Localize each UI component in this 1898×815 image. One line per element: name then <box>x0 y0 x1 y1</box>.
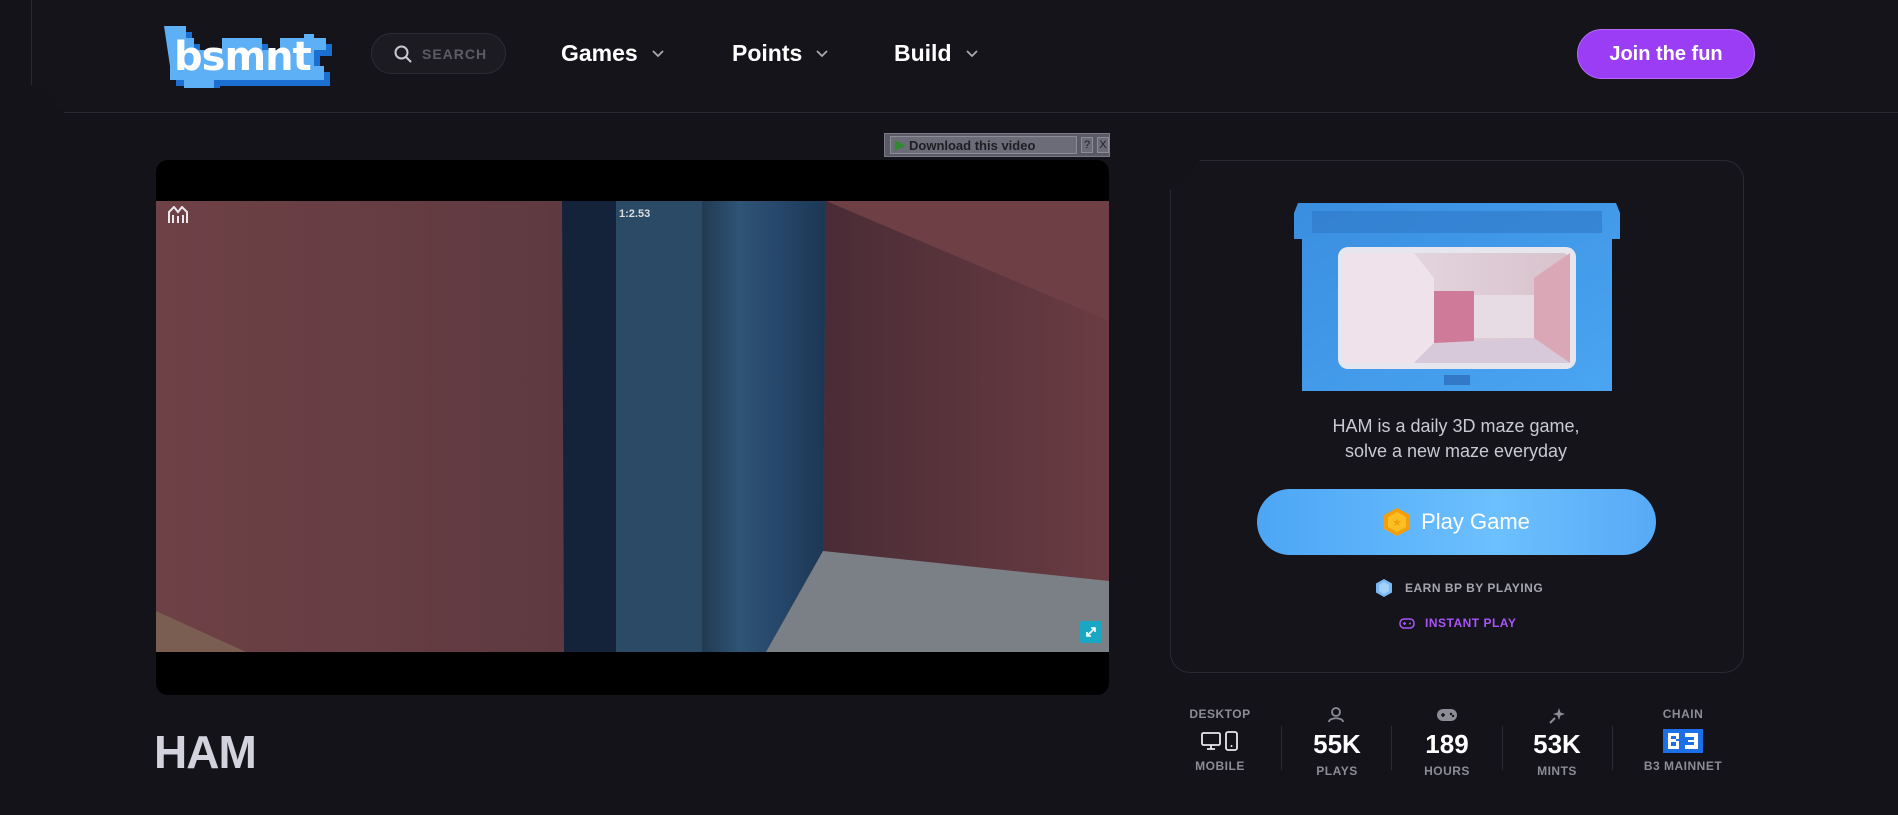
plays-label: PLAYS <box>1316 764 1358 778</box>
search-icon <box>394 45 412 62</box>
chain-top-label: CHAIN <box>1662 707 1704 721</box>
instant-play-note: INSTANT PLAY <box>1399 616 1516 630</box>
svg-text:★: ★ <box>1392 516 1402 529</box>
description-line: solve a new maze everyday <box>1344 441 1568 461</box>
download-video-bar: ▶ Download this video ? X <box>884 133 1110 157</box>
game-timer: 1:2.53 <box>619 208 651 220</box>
stat-divider <box>1281 726 1282 770</box>
help-button[interactable]: ? <box>1081 137 1093 153</box>
sparkle-icon <box>1549 708 1565 724</box>
fullscreen-icon[interactable] <box>1080 621 1102 643</box>
earn-bp-label: EARN BP BY PLAYING <box>1405 581 1544 595</box>
nav-build[interactable]: Build <box>894 40 978 67</box>
bp-hex-icon <box>1376 579 1392 597</box>
join-button[interactable]: Join the fun <box>1577 29 1755 79</box>
mints-value: 53K <box>1533 729 1581 759</box>
desktop-mobile-icon <box>1201 731 1238 751</box>
coin-icon: ★ <box>1384 508 1411 536</box>
chain-bottom-label: B3 MAINNET <box>1643 759 1723 773</box>
game-screenshot <box>156 201 1109 652</box>
gamepad-icon <box>1399 618 1415 629</box>
play-game-button[interactable]: ★ Play Game <box>1257 489 1656 555</box>
game-video-player[interactable]: 1:2.53 <box>156 160 1109 695</box>
close-button[interactable]: X <box>1097 137 1109 153</box>
chevron-down-icon <box>965 49 978 57</box>
play-icon: ▶ <box>895 137 905 152</box>
hours-value: 189 <box>1425 729 1469 759</box>
svg-text:bsmnt: bsmnt <box>174 34 312 80</box>
instant-play-label: INSTANT PLAY <box>1425 616 1517 630</box>
mints-label: MINTS <box>1537 764 1577 778</box>
stat-divider <box>1502 726 1503 770</box>
chevron-down-icon <box>816 49 828 57</box>
stat-plays: 55K PLAYS <box>1305 707 1369 778</box>
page-title: HAM <box>154 726 257 778</box>
hours-label: HOURS <box>1424 764 1470 778</box>
nav-build-label: Build <box>894 40 952 66</box>
chevron-down-icon <box>652 49 664 57</box>
header-border <box>64 112 1898 113</box>
maze-logo-icon <box>168 205 188 229</box>
gamepad-icon <box>1437 709 1457 721</box>
game-description: HAM is a daily 3D maze game, solve a new… <box>1270 414 1642 464</box>
stat-chain: CHAIN B3 MAINNET <box>1637 707 1729 773</box>
game-cartridge-image <box>1294 203 1620 396</box>
play-game-label: Play Game <box>1421 509 1530 534</box>
bsmnt-logo[interactable]: bsmnt <box>164 26 341 94</box>
plays-value: 55K <box>1313 729 1361 759</box>
search-box[interactable]: SEARCH <box>371 33 506 74</box>
description-line: HAM is a daily 3D maze game, <box>1332 416 1580 436</box>
nav-games-label: Games <box>561 40 638 66</box>
users-icon <box>1328 707 1344 723</box>
earn-bp-note: EARN BP BY PLAYING <box>1375 578 1543 598</box>
nav-points-label: Points <box>732 40 803 66</box>
stat-mints: 53K MINTS <box>1525 707 1589 778</box>
nav-games[interactable]: Games <box>561 40 664 67</box>
stat-hours: 189 HOURS <box>1415 707 1479 778</box>
header-border <box>31 0 32 85</box>
download-video-label: Download this video <box>909 137 1036 153</box>
platform-top-label: DESKTOP <box>1189 707 1251 721</box>
b3-logo-icon <box>1663 729 1703 753</box>
stat-divider <box>1612 726 1613 770</box>
stat-divider <box>1391 726 1392 770</box>
search-placeholder: SEARCH <box>422 45 488 62</box>
nav-points[interactable]: Points <box>732 40 828 67</box>
download-video-button[interactable]: ▶ Download this video <box>890 136 1077 154</box>
platform-bottom-label: MOBILE <box>1195 759 1245 773</box>
stat-platform: DESKTOP MOBILE <box>1185 707 1255 773</box>
